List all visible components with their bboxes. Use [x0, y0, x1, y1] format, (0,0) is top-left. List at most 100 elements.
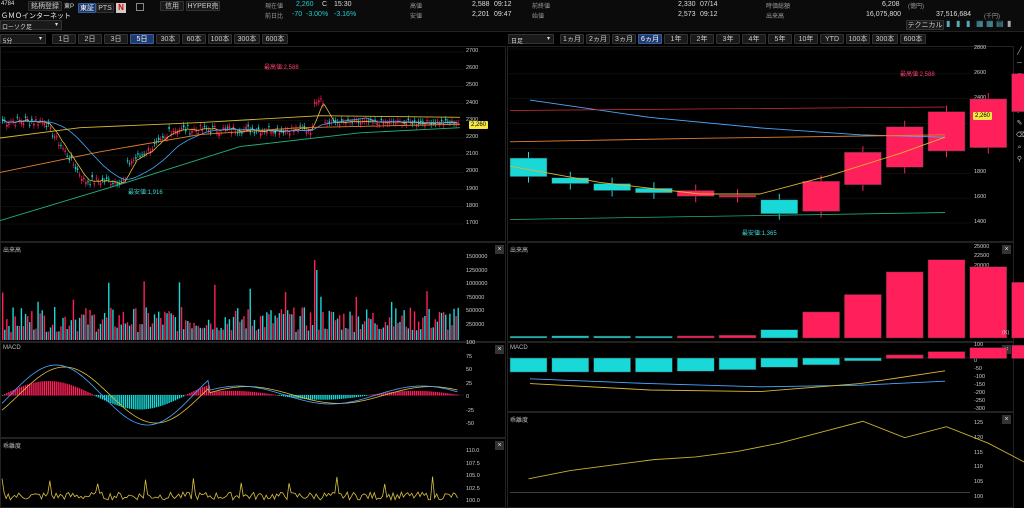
left-macd-bar: [220, 391, 222, 396]
left-macd-bar: [214, 391, 216, 396]
left-macd-bar: [361, 395, 364, 397]
left-volume-bar: [78, 317, 81, 340]
left-volume-bar: [322, 312, 324, 340]
left-volume-bar: [243, 316, 245, 340]
left-candle: [374, 119, 376, 121]
left-macd-bar: [43, 381, 45, 396]
left-volume-bar: [401, 315, 403, 340]
left-volume-bar: [378, 328, 380, 340]
left-volume-bar: [20, 308, 23, 340]
left-volume-bar: [291, 314, 293, 340]
left-candle: [6, 124, 8, 127]
left-candle: [54, 136, 56, 138]
left-macd-bar: [51, 381, 54, 396]
left-candle: [16, 116, 19, 118]
left-volume-bar: [158, 311, 160, 340]
left-volume-bar: [56, 331, 58, 340]
left-volume-bar: [316, 270, 318, 340]
left-macd-bar: [370, 394, 372, 396]
left-candle: [191, 130, 193, 133]
left-volume-bar: [413, 311, 416, 340]
left-candle: [31, 118, 33, 121]
left-macd-bar: [409, 390, 412, 396]
right-macd-bar: [718, 357, 757, 370]
left-macd-bar: [68, 384, 70, 396]
left-macd-bar: [224, 390, 226, 396]
left-candle: [316, 102, 318, 104]
left-macd-bar: [135, 395, 137, 410]
left-volume-bar: [424, 315, 426, 340]
left-volume-bar: [108, 282, 110, 340]
left-candle: [232, 126, 235, 128]
right-macd-bar: [509, 357, 548, 373]
left-candle: [207, 129, 210, 132]
right-candle: [718, 194, 757, 198]
left-macd-bar: [253, 392, 256, 396]
left-volume-bar: [262, 315, 264, 340]
left-volume-bar: [247, 309, 249, 340]
left-macd-bar: [270, 394, 272, 396]
left-volume-bar: [318, 329, 320, 340]
left-candle: [272, 132, 274, 134]
left-candle: [440, 119, 443, 122]
left-candle: [270, 132, 272, 134]
left-volume-bar: [112, 309, 114, 340]
left-candle: [24, 116, 27, 118]
left-candle: [51, 135, 54, 137]
left-volume-bar: [95, 331, 97, 340]
left-macd-bar: [336, 395, 339, 400]
left-candle: [214, 125, 216, 127]
left-volume-bar: [432, 327, 434, 340]
left-macd-bar: [239, 390, 241, 396]
left-volume-bar: [37, 301, 39, 340]
left-volume-bar: [81, 314, 83, 340]
left-volume-bar: [106, 317, 108, 340]
left-macd-bar: [93, 395, 95, 396]
left-macd-bar: [60, 382, 62, 396]
left-volume-bar: [205, 325, 208, 340]
left-volume-bar: [58, 331, 60, 340]
left-macd-bar: [345, 395, 347, 399]
left-volume-bar: [411, 329, 414, 340]
left-volume-bar: [174, 317, 177, 340]
left-volume-bar: [12, 307, 14, 340]
left-volume-bar: [334, 320, 337, 340]
left-macd-bar: [166, 395, 168, 404]
left-macd-bar: [282, 395, 285, 397]
left-volume-bar: [191, 328, 193, 340]
left-macd-bar: [322, 395, 324, 400]
left-candle: [228, 126, 231, 129]
left-macd-bar: [216, 391, 218, 396]
left-volume-bar: [397, 323, 399, 340]
left-macd-bar: [318, 395, 320, 400]
left-candle: [372, 121, 374, 124]
left-volume-bar: [147, 312, 149, 340]
left-candle: [168, 126, 170, 129]
left-volume-bar: [97, 328, 100, 340]
left-macd-bar: [222, 390, 224, 396]
left-volume-bar: [228, 319, 231, 340]
left-macd-bar: [415, 390, 418, 396]
left-volume-bar: [232, 316, 235, 340]
left-macd-bar: [24, 385, 27, 396]
left-candle: [212, 126, 214, 128]
right-candle: [969, 98, 1008, 148]
left-volume-bar: [386, 325, 389, 340]
left-volume-bar: [210, 323, 212, 340]
left-volume-bar: [33, 329, 35, 340]
left-volume-bar: [272, 323, 274, 340]
left-macd-bar: [8, 392, 10, 396]
left-macd-bar: [347, 395, 349, 399]
left-candle: [147, 148, 150, 151]
left-candle: [180, 127, 183, 129]
left-volume-bar: [2, 292, 4, 340]
left-volume-bar: [320, 296, 322, 340]
left-macd-bar: [58, 381, 60, 396]
left-volume-bar: [299, 316, 301, 340]
left-candle: [382, 122, 385, 125]
left-candle: [320, 98, 322, 100]
left-volume-bar: [370, 319, 372, 340]
left-candle: [137, 153, 139, 155]
left-volume-bar: [143, 281, 145, 340]
left-macd-bar: [232, 390, 235, 396]
